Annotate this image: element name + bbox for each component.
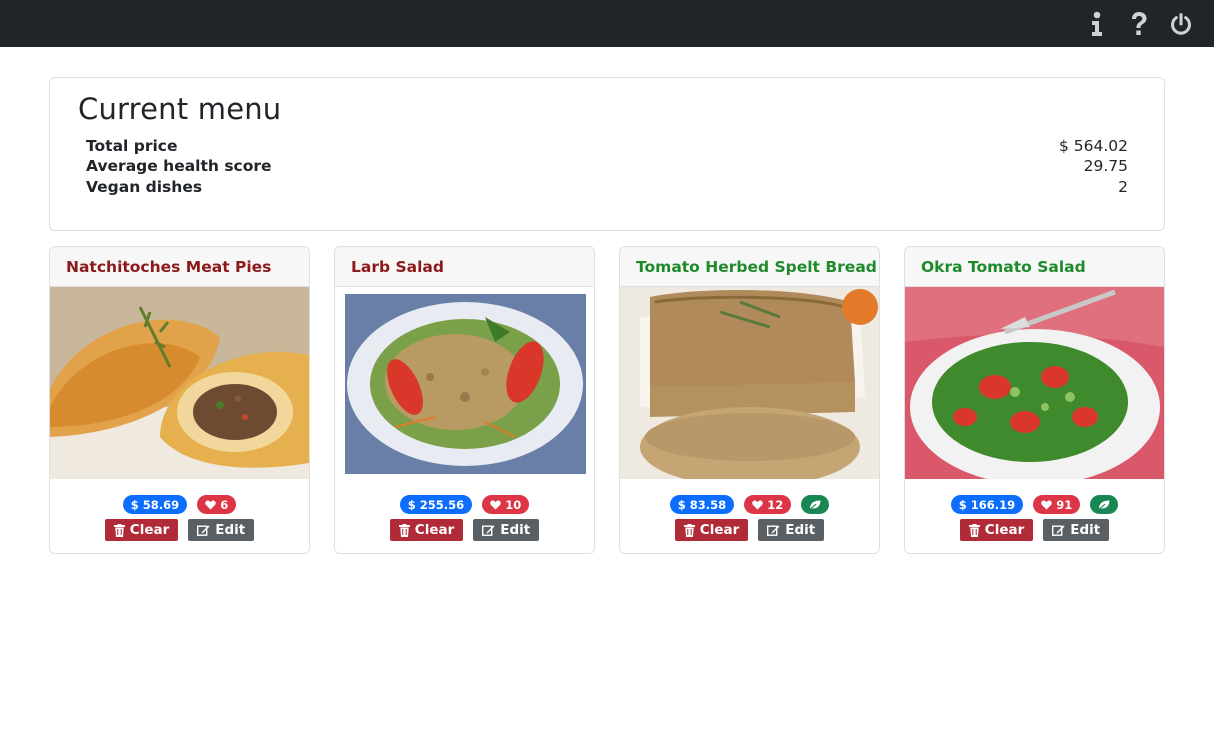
dish-actions: Clear Edit (620, 519, 879, 541)
vegan-dishes-value: 2 (1118, 178, 1128, 196)
leaf-icon (809, 500, 821, 510)
health-badge: 10 (482, 495, 530, 514)
health-score-value: 29.75 (1083, 157, 1128, 175)
health-score-label: Average health score (86, 157, 272, 175)
dish-actions: Clear Edit (50, 519, 309, 541)
heart-icon (1041, 500, 1052, 509)
heart-icon (205, 500, 216, 509)
top-navbar (0, 0, 1214, 47)
info-icon[interactable] (1086, 11, 1108, 37)
vegan-badge (801, 495, 830, 514)
dish-image (905, 287, 1164, 479)
dish-title: Natchitoches Meat Pies (50, 247, 309, 287)
dish-badges: $ 255.56 10 (335, 495, 594, 514)
clear-button[interactable]: Clear (389, 519, 464, 541)
total-price-value: $ 564.02 (1058, 137, 1128, 155)
price-badge: $ 255.56 (399, 495, 473, 514)
dish-card: Tomato Herbed Spelt Bread $ 83.58 12 Cle… (619, 246, 880, 554)
question-icon[interactable] (1128, 11, 1150, 37)
edit-icon (197, 525, 210, 536)
leaf-icon (1098, 500, 1110, 510)
dish-actions: Clear Edit (335, 519, 594, 541)
page-title: Current menu (78, 92, 282, 126)
total-price-label: Total price (86, 137, 178, 155)
current-menu-panel: Current menu Total price $ 564.02 Averag… (49, 77, 1165, 231)
dish-badges: $ 83.58 12 (620, 495, 879, 514)
clear-button[interactable]: Clear (674, 519, 749, 541)
power-icon[interactable] (1170, 11, 1192, 37)
health-badge: 91 (1033, 495, 1081, 514)
trash-icon (398, 523, 410, 537)
total-price-row: Total price $ 564.02 (86, 137, 1128, 157)
dish-title: Larb Salad (335, 247, 594, 287)
trash-icon (683, 523, 695, 537)
dish-card: Okra Tomato Salad $ 166.19 91 Clear Edit (904, 246, 1165, 554)
health-score-row: Average health score 29.75 (86, 157, 1128, 177)
price-badge: $ 58.69 (122, 495, 188, 514)
edit-button[interactable]: Edit (1043, 519, 1110, 541)
trash-icon (113, 523, 125, 537)
edit-icon (767, 525, 780, 536)
clear-button[interactable]: Clear (959, 519, 1034, 541)
clear-button[interactable]: Clear (104, 519, 179, 541)
edit-button[interactable]: Edit (473, 519, 540, 541)
price-badge: $ 166.19 (950, 495, 1024, 514)
vegan-dishes-row: Vegan dishes 2 (86, 178, 1128, 198)
dish-image (620, 287, 879, 479)
health-badge: 12 (744, 495, 792, 514)
dish-badges: $ 166.19 91 (905, 495, 1164, 514)
vegan-dishes-label: Vegan dishes (86, 178, 203, 196)
edit-button[interactable]: Edit (758, 519, 825, 541)
edit-icon (1052, 525, 1065, 536)
dish-card: Natchitoches Meat Pies $ 58.69 6 Clear E… (49, 246, 310, 554)
edit-button[interactable]: Edit (188, 519, 255, 541)
trash-icon (968, 523, 980, 537)
dish-card: Larb Salad $ 255.56 10 Clear Edit (334, 246, 595, 554)
health-badge: 6 (197, 495, 237, 514)
heart-icon (752, 500, 763, 509)
heart-icon (490, 500, 501, 509)
price-badge: $ 83.58 (669, 495, 735, 514)
vegan-badge (1090, 495, 1119, 514)
dish-title: Okra Tomato Salad (905, 247, 1164, 287)
dish-image (335, 287, 594, 479)
dish-badges: $ 58.69 6 (50, 495, 309, 514)
dish-image (50, 287, 309, 479)
dish-actions: Clear Edit (905, 519, 1164, 541)
edit-icon (482, 525, 495, 536)
dish-title: Tomato Herbed Spelt Bread (620, 247, 879, 287)
